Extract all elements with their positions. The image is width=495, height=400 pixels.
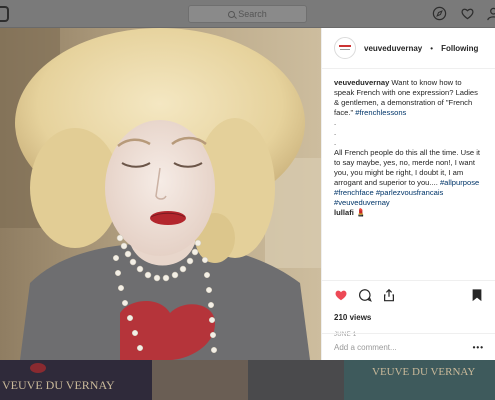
hashtag-frenchlessons[interactable]: #frenchlessons	[355, 108, 406, 117]
view-count[interactable]: 210 views	[334, 313, 484, 322]
share-icon[interactable]	[382, 288, 396, 307]
bookmark-icon[interactable]	[470, 288, 484, 307]
following-button[interactable]: Following	[441, 44, 478, 53]
brand-logo-icon	[30, 363, 46, 373]
add-comment-bar: Add a comment... •••	[322, 333, 495, 360]
comment-text: 💄	[353, 208, 366, 217]
add-comment-input[interactable]: Add a comment...	[334, 343, 397, 352]
more-options-button[interactable]: •••	[473, 343, 484, 352]
comment-username[interactable]: lullafi	[334, 208, 354, 217]
instagram-logo-icon[interactable]	[0, 6, 9, 22]
related-post-thumbnail[interactable]	[152, 360, 248, 400]
related-post-thumbnail[interactable]: VEUVE DU VERNAY	[0, 360, 152, 400]
post-username[interactable]: veuveduvernay	[364, 44, 422, 53]
hashtag-frenchface[interactable]: #frenchface	[334, 188, 374, 197]
post-actions: 210 views JUNE 1	[322, 280, 495, 338]
hashtag-allpurpose[interactable]: #allpurpose	[440, 178, 479, 187]
heart-icon[interactable]	[460, 6, 475, 21]
hashtag-parlezvousfrancais[interactable]: #parlezvousfrancais	[376, 188, 444, 197]
like-heart-icon[interactable]	[334, 288, 348, 307]
post-header: veuveduvernay • Following	[322, 28, 495, 69]
separator-dot: •	[430, 43, 434, 53]
comment-icon[interactable]	[358, 288, 372, 307]
related-post-thumbnail[interactable]	[248, 360, 344, 400]
search-placeholder: Search	[238, 9, 267, 19]
brand-wordmark: VEUVE DU VERNAY	[372, 366, 476, 378]
search-input[interactable]: Search	[188, 5, 307, 23]
avatar[interactable]	[334, 37, 356, 59]
caption-dot: .	[334, 138, 337, 147]
caption-username[interactable]: veuveduvernay	[334, 78, 389, 87]
post-caption: veuveduvernay Want to know how to speak …	[322, 69, 495, 218]
caption-dot: .	[334, 128, 337, 137]
post-details-panel: veuveduvernay • Following veuveduvernay …	[321, 28, 495, 360]
user-icon[interactable]	[486, 6, 495, 21]
related-posts-strip: VEUVE DU VERNAY VEUVE DU VERNAY	[0, 360, 495, 400]
brand-wordmark: VEUVE DU VERNAY	[2, 378, 115, 392]
comment: lullafi 💄	[334, 208, 483, 218]
caption-dot: .	[334, 118, 337, 127]
related-post-thumbnail[interactable]: VEUVE DU VERNAY	[344, 360, 495, 400]
compass-icon[interactable]	[432, 6, 447, 21]
search-icon	[228, 10, 236, 18]
post-video[interactable]	[0, 28, 321, 360]
hashtag-veuveduvernay[interactable]: #veuveduvernay	[334, 198, 390, 207]
top-navigation-bar: Search	[0, 0, 495, 28]
